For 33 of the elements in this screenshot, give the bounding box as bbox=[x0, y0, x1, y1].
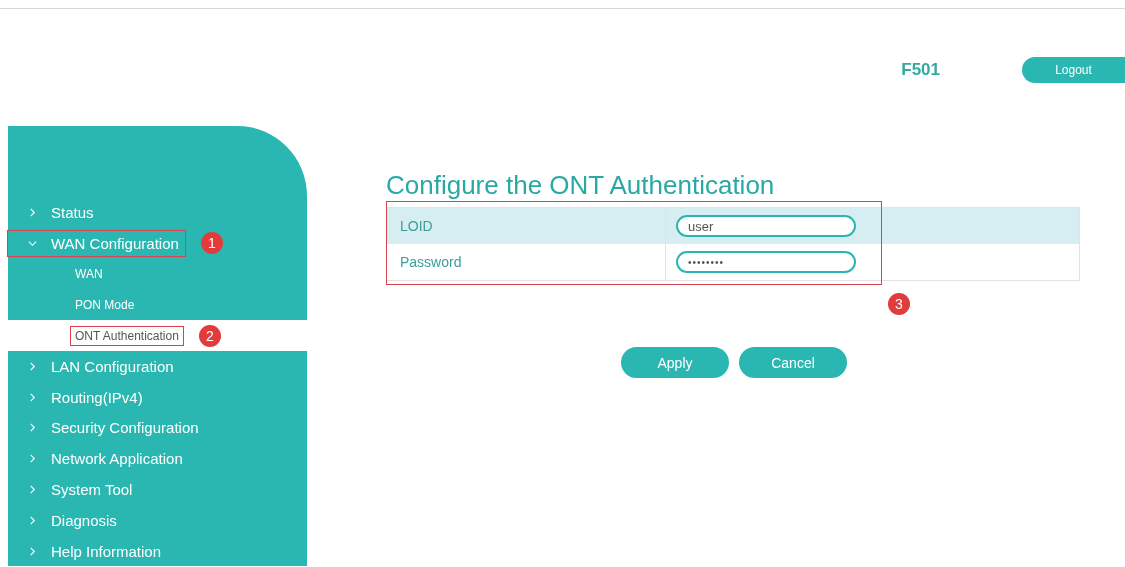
device-name: F501 bbox=[901, 60, 940, 80]
sidebar-item[interactable]: LAN Configuration bbox=[8, 353, 180, 379]
sidebar-subitem[interactable]: PON Mode bbox=[71, 295, 139, 314]
logout-button[interactable]: Logout bbox=[1022, 57, 1125, 83]
sidebar-item[interactable]: Routing(IPv4) bbox=[8, 384, 149, 410]
password-field[interactable]: •••••••• bbox=[676, 251, 856, 273]
sidebar-item[interactable]: Network Application bbox=[8, 446, 189, 472]
input-field[interactable]: user bbox=[676, 215, 856, 237]
action-button[interactable]: Cancel bbox=[739, 347, 847, 378]
sidebar-item[interactable]: Help Information bbox=[8, 538, 168, 564]
annotation-badge: 1 bbox=[200, 232, 223, 255]
page-title: Configure the ONT Authentication bbox=[386, 170, 776, 201]
sidebar-subitem[interactable]: ONT Authentication bbox=[71, 326, 183, 345]
sidebar-subitem[interactable]: WAN bbox=[71, 265, 107, 283]
action-button[interactable]: Apply bbox=[621, 347, 729, 378]
chevron-down-icon bbox=[28, 238, 37, 248]
sidebar-item[interactable]: WAN Configuration bbox=[8, 230, 185, 256]
annotation-badge: 2 bbox=[198, 324, 221, 347]
chevron-right-icon bbox=[28, 423, 37, 433]
chevron-right-icon bbox=[28, 361, 37, 371]
chevron-right-icon bbox=[28, 546, 37, 556]
sidebar-item[interactable]: Security Configuration bbox=[8, 415, 205, 441]
sidebar-item[interactable]: Diagnosis bbox=[8, 507, 123, 533]
chevron-right-icon bbox=[28, 207, 37, 217]
field-label: Password bbox=[387, 244, 666, 280]
chevron-right-icon bbox=[28, 485, 37, 495]
field-label: LOID bbox=[387, 208, 666, 244]
sidebar-item[interactable]: Status bbox=[8, 199, 100, 225]
sidebar-item[interactable]: System Tool bbox=[8, 477, 139, 503]
chevron-right-icon bbox=[28, 392, 37, 402]
chevron-right-icon bbox=[28, 515, 37, 525]
annotation-badge: 3 bbox=[888, 293, 910, 315]
chevron-right-icon bbox=[28, 454, 37, 464]
